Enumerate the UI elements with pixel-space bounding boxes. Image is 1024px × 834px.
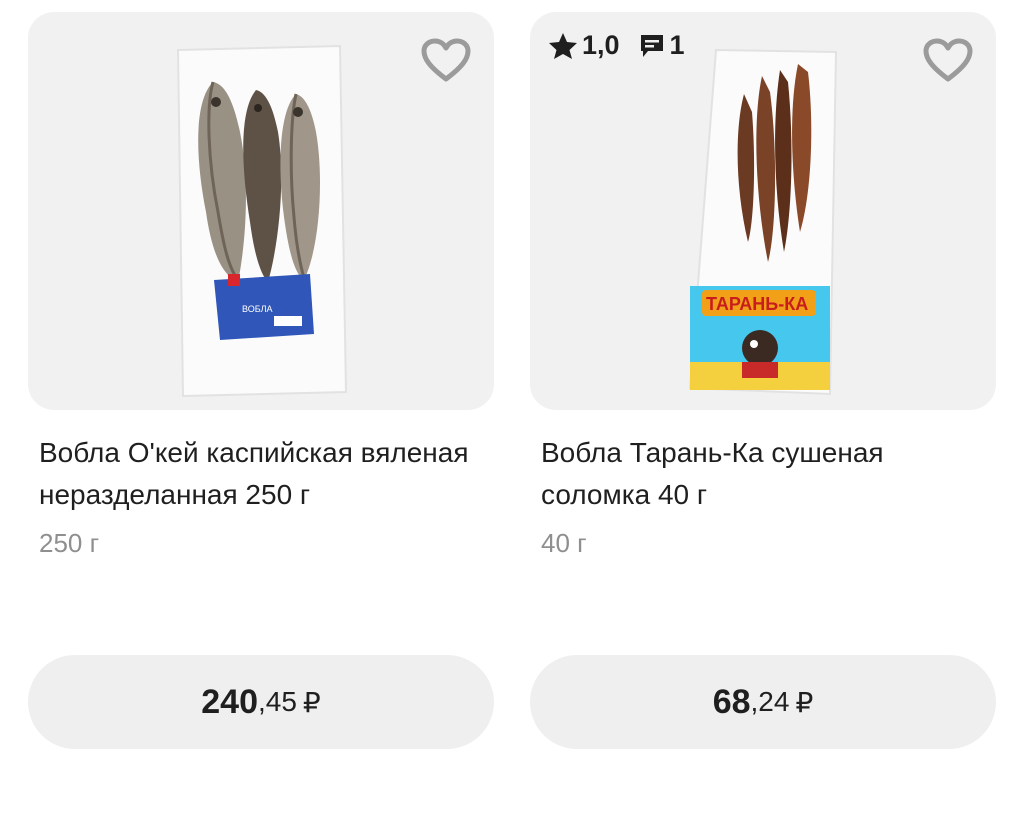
add-to-cart-button[interactable]: 240,45 ₽ — [28, 655, 494, 749]
reviews-count: 1 — [669, 30, 685, 60]
product-title[interactable]: Вобла Тарань-Ка сушеная соломка 40 г — [541, 432, 991, 516]
heart-outline-icon — [421, 38, 471, 82]
package-label: ТАРАНЬ-КА — [706, 294, 808, 314]
package-label: ВОБЛА — [242, 304, 273, 314]
price-cents: ,45 — [257, 686, 297, 717]
product-title[interactable]: Вобла О'кей каспийская вяленая нераздела… — [39, 432, 489, 516]
heart-outline-icon — [923, 38, 973, 82]
price-main: 68 — [712, 682, 751, 721]
currency-symbol: ₽ — [795, 686, 814, 718]
product-image-container[interactable]: ТАРАНЬ-КА 1,0 1 — [530, 12, 996, 410]
product-image-container[interactable]: ВОБЛА — [28, 12, 494, 410]
product-weight: 40 г — [541, 528, 587, 558]
product-card[interactable]: ТАРАНЬ-КА 1,0 1 Вобла Тарань-Ка сушеная … — [530, 0, 996, 834]
comment-icon — [640, 34, 663, 57]
favorite-button[interactable] — [418, 34, 474, 86]
price-main: 240 — [201, 682, 258, 721]
rating-block: 1,0 1 — [548, 30, 685, 61]
star-icon — [549, 32, 577, 59]
currency-symbol: ₽ — [302, 686, 321, 718]
price-cents: ,24 — [750, 686, 790, 717]
product-weight: 250 г — [39, 528, 100, 558]
product-card[interactable]: ВОБЛА Вобла О'кей каспийская вяленая нер… — [28, 0, 494, 834]
favorite-button[interactable] — [920, 34, 976, 86]
rating-value: 1,0 — [582, 30, 620, 60]
add-to-cart-button[interactable]: 68,24 ₽ — [530, 655, 996, 749]
